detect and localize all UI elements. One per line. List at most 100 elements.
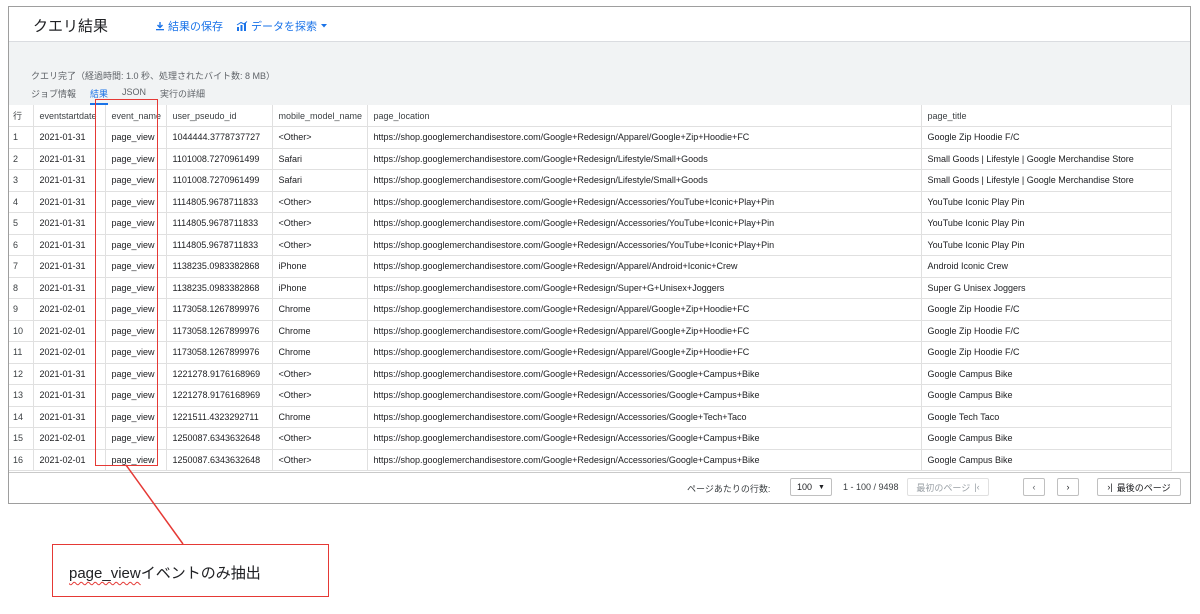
user-pseudo-id-cell: 1250087.6343632648 [166,449,273,471]
page-title-cell: Google Campus Bike [921,363,1172,385]
page-location-cell: https://shop.googlemerchandisestore.com/… [367,449,922,471]
caret-down-icon: ▼ [818,483,825,491]
page-location-cell: https://shop.googlemerchandisestore.com/… [367,384,922,407]
table-row: 5 2021-01-31 page_view 1114805.9678711833 <O… [9,212,1172,235]
mobile-model-name-cell: <Other> [272,449,368,471]
page-location-cell: https://shop.googlemerchandisestore.com/… [367,169,922,192]
table-row: 16 2021-02-01 page_view 1250087.6343632648 <… [9,449,1172,471]
mobile-model-name-cell: Chrome [272,298,368,321]
event-name-cell: page_view [105,169,167,192]
tab-job-info[interactable]: ジョブ情報 [31,87,76,103]
rows-per-page-value: 100 [797,482,813,492]
user-pseudo-id-cell: 1138235.0983382868 [166,255,273,278]
page-location-cell: https://shop.googlemerchandisestore.com/… [367,234,922,256]
table-row: 15 2021-02-01 page_view 1250087.6343632648 <… [9,427,1172,450]
last-page-button[interactable]: ›| 最後のページ [1097,478,1181,496]
column-header-eventstartdate[interactable]: eventstartdate [33,105,106,127]
mobile-model-name-cell: Chrome [272,406,368,428]
mobile-model-name-cell: iPhone [272,255,368,278]
chart-icon [236,21,248,31]
tab-results[interactable]: 結果 [90,87,109,105]
eventstartdate-cell: 2021-01-31 [33,406,106,428]
tab-execution-details[interactable]: 実行の詳細 [160,87,205,103]
caret-down-icon [321,24,327,28]
row-number-cell: 6 [9,234,34,256]
eventstartdate-cell: 2021-02-01 [33,341,106,364]
first-page-label: 最初のページ [916,482,971,493]
rows-per-page-label: ページあたりの行数: [687,484,771,494]
mobile-model-name-cell: <Other> [272,363,368,385]
row-number-cell: 3 [9,169,34,192]
column-header-mobile-model-name[interactable]: mobile_model_name [272,105,368,127]
table-row: 3 2021-01-31 page_view 1101008.7270961499 Sa… [9,169,1172,192]
eventstartdate-cell: 2021-01-31 [33,255,106,278]
page-location-cell: https://shop.googlemerchandisestore.com/… [367,298,922,321]
table-row: 4 2021-01-31 page_view 1114805.9678711833 <O… [9,191,1172,213]
user-pseudo-id-cell: 1173058.1267899976 [166,341,273,364]
results-header: クエリ結果 結果の保存 データを探索 [9,7,1190,42]
table-row: 2 2021-01-31 page_view 1101008.7270961499 Sa… [9,148,1172,170]
user-pseudo-id-cell: 1221511.4323292711 [166,406,273,428]
column-header-user-pseudo-id[interactable]: user_pseudo_id [166,105,273,127]
mobile-model-name-cell: Chrome [272,341,368,364]
table-row: 7 2021-01-31 page_view 1138235.0983382868 iP… [9,255,1172,278]
page-location-cell: https://shop.googlemerchandisestore.com/… [367,277,922,299]
page-location-cell: https://shop.googlemerchandisestore.com/… [367,341,922,364]
previous-page-button[interactable]: ‹ [1023,478,1045,496]
page-location-cell: https://shop.googlemerchandisestore.com/… [367,427,922,450]
table-row: 11 2021-02-01 page_view 1173058.1267899976 C… [9,341,1172,364]
pagination-footer: ページあたりの行数: 100 ▼ 1 - 100 / 9498 最初のページ |… [9,472,1190,503]
mobile-model-name-cell: Safari [272,169,368,192]
pagination-range: 1 - 100 / 9498 [843,482,899,492]
mobile-model-name-cell: Safari [272,148,368,170]
chevron-left-icon: ‹ [1032,482,1036,492]
table-row: 13 2021-01-31 page_view 1221278.9176168969 <… [9,384,1172,407]
tab-json[interactable]: JSON [122,87,146,103]
page-title-cell: Google Zip Hoodie F/C [921,320,1172,342]
event-name-cell: page_view [105,148,167,170]
first-page-button[interactable]: 最初のページ |‹ [907,478,989,496]
results-table-body: 1 2021-01-31 page_view 1044444.3778737727 <O… [9,126,1172,471]
page-title-cell: Google Tech Taco [921,406,1172,428]
column-header-event-name[interactable]: event_name [105,105,167,127]
page-title-cell: Google Zip Hoodie F/C [921,341,1172,364]
mobile-model-name-cell: iPhone [272,277,368,299]
eventstartdate-cell: 2021-01-31 [33,234,106,256]
page-title-cell: Google Campus Bike [921,427,1172,450]
mobile-model-name-cell: <Other> [272,234,368,256]
event-name-cell: page_view [105,298,167,321]
eventstartdate-cell: 2021-02-01 [33,449,106,471]
mobile-model-name-cell: <Other> [272,427,368,450]
explore-data-button[interactable]: データを探索 [236,18,328,34]
explore-data-label: データを探索 [251,21,317,33]
mobile-model-name-cell: <Other> [272,212,368,235]
column-header-page-location[interactable]: page_location [367,105,922,127]
page-title-cell: Small Goods | Lifestyle | Google Merchan… [921,169,1172,192]
annotation-underlined-text: page_view [69,565,141,582]
page-location-cell: https://shop.googlemerchandisestore.com/… [367,148,922,170]
mobile-model-name-cell: <Other> [272,191,368,213]
save-results-label: 結果の保存 [168,21,223,33]
page-title-cell: Google Zip Hoodie F/C [921,126,1172,149]
eventstartdate-cell: 2021-01-31 [33,384,106,407]
save-results-button[interactable]: 結果の保存 [155,18,223,34]
row-number-cell: 13 [9,384,34,407]
rows-per-page-select[interactable]: 100 ▼ [790,478,832,496]
page-title-cell: Android Iconic Crew [921,255,1172,278]
table-row: 9 2021-02-01 page_view 1173058.1267899976 Ch… [9,298,1172,321]
row-number-cell: 5 [9,212,34,235]
table-row: 6 2021-01-31 page_view 1114805.9678711833 <O… [9,234,1172,256]
eventstartdate-cell: 2021-02-01 [33,427,106,450]
event-name-cell: page_view [105,427,167,450]
table-row: 8 2021-01-31 page_view 1138235.0983382868 iP… [9,277,1172,299]
row-number-cell: 16 [9,449,34,471]
eventstartdate-cell: 2021-01-31 [33,212,106,235]
download-icon [156,22,164,31]
page-title: クエリ結果 [33,18,109,35]
annotation-callout: page_viewイベントのみ抽出 [52,544,329,597]
column-header-page-title[interactable]: page_title [921,105,1172,127]
user-pseudo-id-cell: 1114805.9678711833 [166,191,273,213]
user-pseudo-id-cell: 1221278.9176168969 [166,384,273,407]
eventstartdate-cell: 2021-01-31 [33,191,106,213]
next-page-button[interactable]: › [1057,478,1079,496]
